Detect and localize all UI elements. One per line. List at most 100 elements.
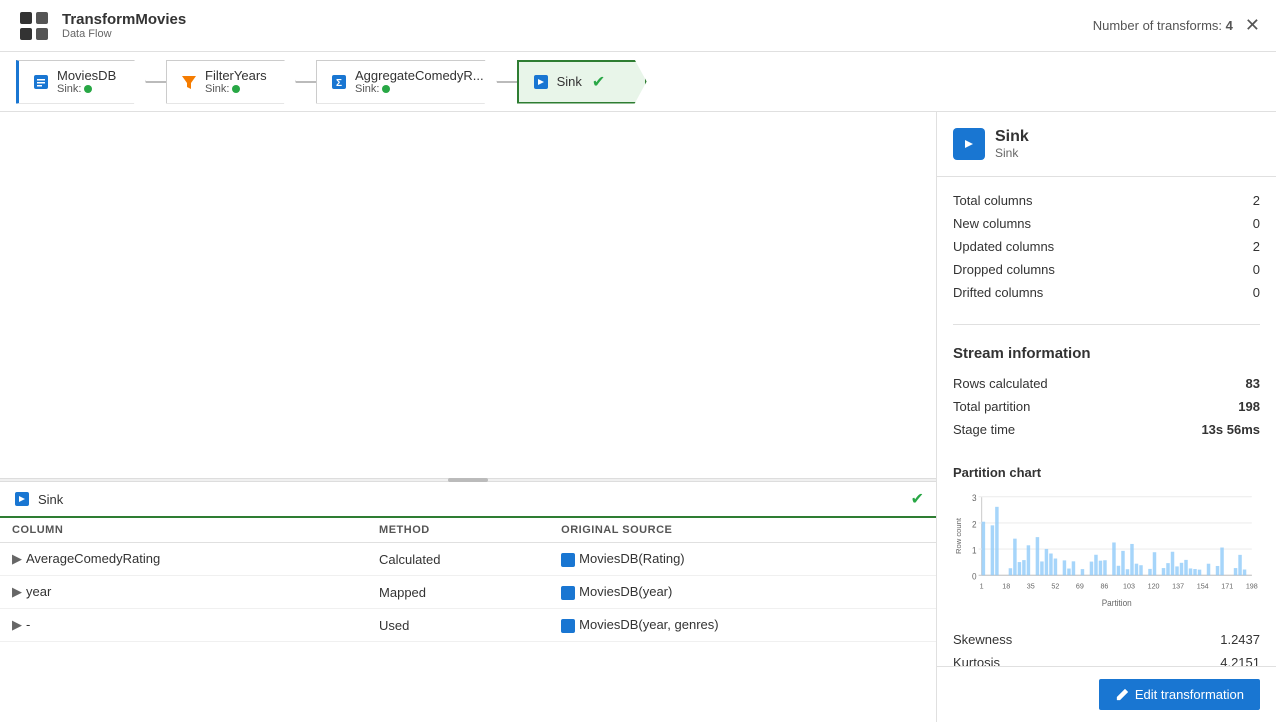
arrow-1	[146, 81, 166, 83]
svg-text:35: 35	[1027, 581, 1035, 590]
stream-row: Total partition198	[953, 395, 1260, 418]
stat-value: 2	[1253, 193, 1260, 208]
panel-subtitle: Sink	[995, 146, 1029, 160]
edit-icon	[1115, 688, 1129, 702]
stream-value: 83	[1246, 376, 1260, 391]
stat-label: Dropped columns	[953, 262, 1055, 277]
svg-text:154: 154	[1197, 581, 1209, 590]
svg-text:3: 3	[972, 493, 977, 503]
canvas-area: Sink ✔ COLUMN METHOD ORIGINAL SOURCE ▶Av…	[0, 112, 936, 722]
stat-row: Dropped columns0	[953, 258, 1260, 281]
stat-row: Drifted columns 0	[953, 281, 1260, 304]
app-icon	[16, 8, 52, 44]
app-title: TransformMovies Data Flow	[62, 11, 186, 40]
header-right: Number of transforms: 4 ✕	[1093, 15, 1260, 36]
filteryears-label: FilterYears Sink:	[205, 68, 267, 95]
svg-text:1: 1	[972, 545, 977, 555]
stat-value: 0	[1253, 216, 1260, 231]
pipeline-step-sink[interactable]: Sink ✔	[517, 60, 647, 104]
svg-text:Row count: Row count	[954, 518, 963, 554]
table-header-row: COLUMN METHOD ORIGINAL SOURCE	[0, 518, 936, 543]
stats-divider	[953, 324, 1260, 325]
svg-text:Partition: Partition	[1102, 598, 1132, 608]
stat-label: Updated columns	[953, 239, 1054, 254]
cell-column: ▶-	[0, 609, 367, 642]
stream-info-title: Stream information	[953, 345, 1260, 362]
stat-row: Total columns2	[953, 189, 1260, 212]
row-expand-0[interactable]: ▶	[12, 551, 22, 566]
stream-label: Total partition	[953, 399, 1030, 414]
aggregate-icon: Σ	[329, 72, 349, 92]
row-expand-1[interactable]: ▶	[12, 584, 22, 599]
sink-label: Sink	[557, 74, 582, 89]
col-header-source: ORIGINAL SOURCE	[549, 518, 936, 543]
stream-row: Rows calculated 83	[953, 372, 1260, 395]
right-panel-body: Total columns2 New columns 0 Updated column…	[937, 177, 1276, 666]
pipeline-step-aggregate[interactable]: Σ AggregateComedyR... Sink:	[316, 60, 497, 104]
transforms-count: 4	[1226, 18, 1233, 33]
svg-text:86: 86	[1100, 581, 1108, 590]
stat-label: New columns	[953, 216, 1031, 231]
col-header-method: METHOD	[367, 518, 549, 543]
stat-value: 2	[1253, 239, 1260, 254]
main-layout: Sink ✔ COLUMN METHOD ORIGINAL SOURCE ▶Av…	[0, 112, 1276, 722]
transforms-label: Number of transforms: 4	[1093, 18, 1233, 33]
cell-column: ▶year	[0, 576, 367, 609]
stat-row: Updated columns 2	[953, 235, 1260, 258]
filteryears-icon	[179, 72, 199, 92]
edit-button-label: Edit transformation	[1135, 687, 1244, 702]
stream-label: Rows calculated	[953, 376, 1048, 391]
stat-value: 0	[1253, 285, 1260, 300]
table-row: ▶AverageComedyRating Calculated MoviesDB…	[0, 543, 936, 576]
svg-text:198: 198	[1246, 581, 1258, 590]
col-header-column: COLUMN	[0, 518, 367, 543]
metric-value: 1.2437	[1220, 632, 1260, 647]
stream-label: Stage time	[953, 422, 1015, 437]
chart-title: Partition chart	[953, 465, 1260, 480]
svg-text:52: 52	[1051, 581, 1059, 590]
right-panel: Sink Sink Total columns2 New columns 0 Upda…	[936, 112, 1276, 722]
edit-transformation-button[interactable]: Edit transformation	[1099, 679, 1260, 710]
table-title: Sink	[38, 492, 63, 507]
app-title-main: TransformMovies	[62, 11, 186, 28]
close-button[interactable]: ✕	[1245, 15, 1260, 36]
canvas-main	[0, 112, 936, 478]
chart-section: Partition chart 0123Row count11835526986…	[937, 453, 1276, 620]
table-header-left: Sink	[12, 489, 63, 509]
aggregate-status-dot	[382, 85, 390, 93]
stat-label: Drifted columns	[953, 285, 1043, 300]
pipeline-step-filteryears[interactable]: FilterYears Sink:	[166, 60, 296, 104]
stream-row: Stage time 13s 56ms	[953, 418, 1260, 441]
pipeline-area: MoviesDB Sink: FilterYears Sink:	[0, 52, 1276, 112]
stream-value: 13s 56ms	[1201, 422, 1260, 437]
header: TransformMovies Data Flow Number of tran…	[0, 0, 1276, 52]
header-left: TransformMovies Data Flow	[16, 8, 186, 44]
moviesdb-icon	[31, 72, 51, 92]
panel-title: Sink	[995, 128, 1029, 146]
metric-row: Skewness1.2437	[953, 628, 1260, 651]
stats-section: Total columns2 New columns 0 Updated column…	[937, 177, 1276, 316]
table-area: Sink ✔ COLUMN METHOD ORIGINAL SOURCE ▶Av…	[0, 482, 936, 722]
right-panel-header: Sink Sink	[937, 112, 1276, 177]
metric-label: Kurtosis	[953, 655, 1000, 666]
panel-footer: Edit transformation	[937, 666, 1276, 722]
cell-column: ▶AverageComedyRating	[0, 543, 367, 576]
arrow-3	[497, 81, 517, 83]
svg-text:18: 18	[1002, 581, 1010, 590]
metric-row: Kurtosis4.2151	[953, 651, 1260, 666]
svg-text:137: 137	[1172, 581, 1184, 590]
svg-text:Σ: Σ	[336, 78, 342, 89]
stream-section: Stream information Rows calculated 83 Tota…	[937, 333, 1276, 453]
app-title-sub: Data Flow	[62, 28, 186, 40]
dataflow-icon	[16, 8, 52, 44]
cell-source: MoviesDB(year)	[549, 576, 936, 609]
source-db-icon	[561, 586, 575, 600]
table-row: ▶year Mapped MoviesDB(year)	[0, 576, 936, 609]
aggregate-label: AggregateComedyR... Sink:	[355, 68, 484, 95]
pipeline-step-moviesdb[interactable]: MoviesDB Sink:	[16, 60, 146, 104]
partition-chart-svg: 0123Row count118355269861031201371541711…	[953, 488, 1260, 608]
stream-rows: Rows calculated83Total partition198Stage…	[953, 372, 1260, 441]
source-db-icon	[561, 619, 575, 633]
row-expand-2[interactable]: ▶	[12, 617, 22, 632]
cell-method: Used	[367, 609, 549, 642]
